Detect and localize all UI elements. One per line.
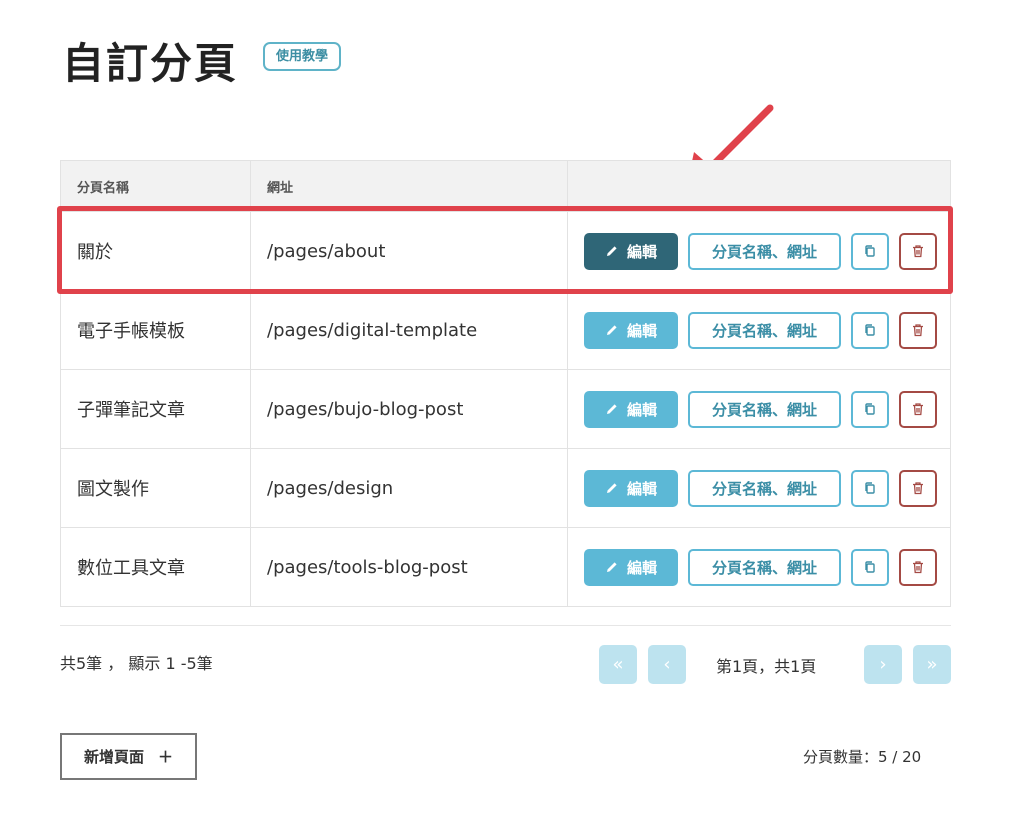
record-summary: 共5筆 ， 顯示 1 -5筆 — [60, 654, 213, 673]
pencil-icon — [606, 246, 617, 256]
copy-button[interactable] — [851, 311, 889, 349]
delete-button[interactable] — [899, 469, 937, 507]
first-page-button[interactable]: « — [599, 645, 637, 684]
table-header: 分頁名稱 網址 — [61, 161, 950, 211]
table-row: 數位工具文章 /pages/tools-blog-post 編輯 分頁名稱、網址 — [61, 527, 950, 606]
trash-icon — [913, 482, 923, 495]
table-row: 圖文製作 /pages/design 編輯 分頁名稱、網址 — [61, 448, 950, 527]
page-url: /pages/digital-template — [251, 291, 568, 369]
trash-icon — [913, 561, 923, 574]
row-actions: 編輯 分頁名稱、網址 — [568, 370, 950, 448]
delete-button[interactable] — [899, 232, 937, 270]
table-row: 關於 /pages/about 編輯 分頁名稱、網址 — [61, 211, 950, 290]
page-quota: 分頁數量：5 / 20 — [803, 748, 922, 766]
copy-button[interactable] — [851, 390, 889, 428]
delete-button[interactable] — [899, 390, 937, 428]
page-title: 自訂分頁 — [62, 39, 239, 88]
row-actions: 編輯 分頁名稱、網址 — [568, 291, 950, 369]
rename-button[interactable]: 分頁名稱、網址 — [688, 548, 841, 586]
copy-button[interactable] — [851, 548, 889, 586]
copy-icon — [865, 482, 875, 494]
page-url: /pages/bujo-blog-post — [251, 370, 568, 448]
edit-label: 編輯 — [626, 242, 657, 261]
edit-button[interactable]: 編輯 — [584, 548, 678, 586]
copy-icon — [865, 324, 875, 336]
edit-label: 編輯 — [626, 479, 657, 498]
copy-icon — [865, 403, 875, 415]
delete-button[interactable] — [899, 548, 937, 586]
column-header-url: 網址 — [251, 161, 568, 211]
pencil-icon — [606, 404, 617, 414]
trash-icon — [913, 245, 923, 258]
add-page-button[interactable]: 新增頁面 ＋ — [60, 733, 197, 780]
row-actions: 編輯 分頁名稱、網址 — [568, 449, 950, 527]
add-page-label: 新增頁面 — [83, 748, 144, 766]
page-info: 第1頁，共1頁 — [716, 657, 817, 676]
page-name: 關於 — [61, 212, 251, 290]
pencil-icon — [606, 562, 617, 572]
pages-table: 分頁名稱 網址 關於 /pages/about 編輯 分頁名稱、網址 電子手帳模… — [60, 160, 951, 607]
next-page-button[interactable]: › — [864, 645, 902, 684]
table-row: 電子手帳模板 /pages/digital-template 編輯 分頁名稱、網… — [61, 290, 950, 369]
copy-icon — [865, 245, 875, 257]
page-url: /pages/tools-blog-post — [251, 528, 568, 606]
edit-button[interactable]: 編輯 — [584, 390, 678, 428]
rename-button[interactable]: 分頁名稱、網址 — [688, 469, 841, 507]
pencil-icon — [606, 325, 617, 335]
rename-button[interactable]: 分頁名稱、網址 — [688, 390, 841, 428]
edit-button[interactable]: 編輯 — [584, 469, 678, 507]
page-name: 數位工具文章 — [61, 528, 251, 606]
plus-icon: ＋ — [158, 748, 174, 766]
copy-button[interactable] — [851, 469, 889, 507]
row-actions: 編輯 分頁名稱、網址 — [568, 212, 950, 290]
pencil-icon — [606, 483, 617, 493]
trash-icon — [913, 403, 923, 416]
column-header-actions — [568, 161, 950, 211]
divider — [60, 625, 951, 626]
rename-button[interactable]: 分頁名稱、網址 — [688, 232, 841, 270]
prev-page-button[interactable]: ‹ — [648, 645, 686, 684]
page-name: 電子手帳模板 — [61, 291, 251, 369]
page-name: 圖文製作 — [61, 449, 251, 527]
trash-icon — [913, 324, 923, 337]
edit-button[interactable]: 編輯 — [584, 232, 678, 270]
delete-button[interactable] — [899, 311, 937, 349]
page-url: /pages/about — [251, 212, 568, 290]
last-page-button[interactable]: » — [913, 645, 951, 684]
page-url: /pages/design — [251, 449, 568, 527]
column-header-name: 分頁名稱 — [61, 161, 251, 211]
copy-button[interactable] — [851, 232, 889, 270]
edit-label: 編輯 — [626, 400, 657, 419]
page-name: 子彈筆記文章 — [61, 370, 251, 448]
edit-label: 編輯 — [626, 321, 657, 340]
copy-icon — [865, 561, 875, 573]
rename-button[interactable]: 分頁名稱、網址 — [688, 311, 841, 349]
edit-button[interactable]: 編輯 — [584, 311, 678, 349]
row-actions: 編輯 分頁名稱、網址 — [568, 528, 950, 606]
tutorial-button[interactable]: 使用教學 — [263, 42, 342, 71]
table-row: 子彈筆記文章 /pages/bujo-blog-post 編輯 分頁名稱、網址 — [61, 369, 950, 448]
edit-label: 編輯 — [626, 558, 657, 577]
